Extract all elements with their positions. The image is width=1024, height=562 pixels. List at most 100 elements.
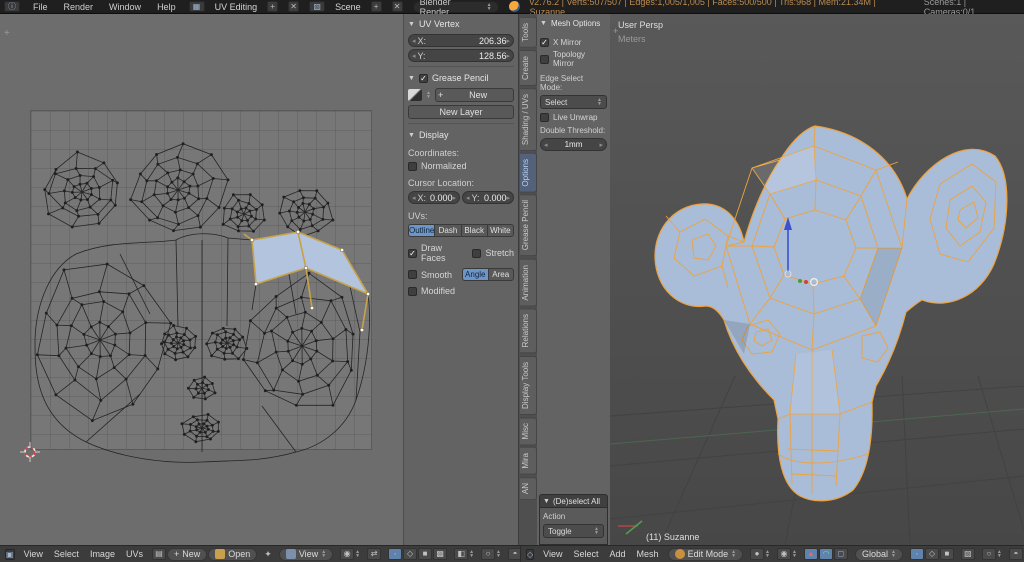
display-channel-dropdown[interactable]: View▲▼ (279, 548, 333, 561)
stretch-area-button[interactable]: Area (488, 268, 514, 281)
uv-menu-view[interactable]: View (22, 549, 45, 559)
snap-magnet-icon[interactable]: ◓ (1009, 548, 1023, 560)
screen-layout-name[interactable]: UV Editing (215, 2, 258, 12)
editor-type-image-icon[interactable]: ▣ (5, 549, 15, 560)
orientation-dropdown[interactable]: Global▲▼ (855, 548, 903, 561)
normalized-checkbox[interactable] (408, 162, 417, 171)
draw-faces-checkbox[interactable] (408, 249, 417, 258)
grease-pencil-new-button[interactable]: + New (435, 88, 514, 102)
panel-collapse-icon[interactable]: ▼ (408, 132, 415, 139)
toolshelf-tab-an[interactable]: AN (520, 477, 537, 500)
toolshelf-tab-options[interactable]: Options (520, 153, 537, 193)
uv-select-face-icon[interactable]: ■ (418, 548, 432, 560)
uv-menu-uvs[interactable]: UVs (124, 549, 145, 559)
toolshelf-tab-grease-pencil[interactable]: Grease Pencil (520, 194, 537, 256)
smooth-checkbox[interactable] (408, 270, 417, 279)
panel-collapse-icon[interactable]: ▼ (408, 75, 415, 82)
sticky-selection-icon[interactable]: ◧ (454, 548, 468, 560)
modified-checkbox[interactable] (408, 287, 417, 296)
menu-help[interactable]: Help (154, 2, 179, 12)
mesh-select-edge-icon[interactable]: ◇ (925, 548, 939, 560)
panel-uv-vertex[interactable]: ▼ UV Vertex (408, 17, 514, 31)
toolshelf-tab-mira[interactable]: Mira (520, 447, 537, 475)
panel-collapse-icon[interactable]: ▼ (543, 498, 550, 505)
action-dropdown[interactable]: Toggle ▲▼ (543, 524, 604, 538)
toolshelf-tab-misc[interactable]: Misc (520, 417, 537, 445)
toolshelf-tab-tools[interactable]: Tools (520, 17, 537, 48)
pivot-dropdown-arrows[interactable]: ▲▼ (355, 550, 360, 558)
grease-pencil-browse-icon[interactable]: ▲▼ (426, 91, 431, 99)
uv-mode-outline-button[interactable]: Outline (408, 224, 434, 237)
scene-name[interactable]: Scene (335, 2, 361, 12)
add-scene-button[interactable]: + (371, 1, 382, 12)
mode-dropdown[interactable]: Edit Mode▲▼ (668, 548, 743, 561)
mesh-select-vertex-icon[interactable]: ∙ (910, 548, 924, 560)
stretch-angle-button[interactable]: Angle (462, 268, 487, 281)
panel-collapse-icon[interactable]: ▼ (408, 21, 415, 28)
toolshelf-tab-relations[interactable]: Relations (520, 308, 537, 353)
screen-layout-icon[interactable]: ▦ (189, 1, 205, 12)
manipulator-rotate-icon[interactable]: ◠ (819, 548, 833, 560)
editor-type-info-icon[interactable]: ⓘ (4, 1, 20, 12)
cursor-y-field[interactable]: ◂Y: 0.000▸ (462, 191, 514, 204)
menu-window[interactable]: Window (106, 2, 144, 12)
manipulator-translate-icon[interactable]: ▲ (804, 548, 818, 560)
uv-mode-black-button[interactable]: Black (461, 224, 487, 237)
panel-collapse-icon[interactable]: ▼ (540, 20, 547, 27)
v3d-menu-mesh[interactable]: Mesh (635, 549, 661, 559)
scene-browse-icon[interactable]: ▧ (309, 1, 325, 12)
edge-select-mode-dropdown[interactable]: Select ▲▼ (540, 95, 607, 109)
live-unwrap-checkbox[interactable] (540, 113, 549, 122)
mesh-select-face-icon[interactable]: ■ (940, 548, 954, 560)
uv-mode-white-button[interactable]: White (487, 224, 514, 237)
uv-menu-select[interactable]: Select (52, 549, 81, 559)
viewport-shading-dropdown[interactable]: ● (750, 548, 764, 560)
v3d-menu-view[interactable]: View (541, 549, 564, 559)
uv-select-edge-icon[interactable]: ◇ (403, 548, 417, 560)
pin-icon[interactable]: ✦ (264, 549, 272, 560)
stretch-checkbox[interactable] (472, 249, 481, 258)
toolshelf-tab-animation[interactable]: Animation (520, 259, 537, 307)
cursor-x-field[interactable]: ◂X: 0.000▸ (408, 191, 460, 204)
grease-pencil-enable-checkbox[interactable] (419, 74, 428, 83)
remove-layout-button[interactable]: ✕ (288, 1, 299, 12)
panel-display[interactable]: ▼ Display (408, 128, 514, 142)
uv-select-vertex-icon[interactable]: ∙ (388, 548, 402, 560)
image-open-button[interactable]: Open (208, 548, 257, 561)
grease-pencil-color-icon[interactable] (408, 89, 422, 101)
remove-scene-button[interactable]: ✕ (392, 1, 403, 12)
viewport-3d[interactable]: User Persp Meters (11) Suzanne + (610, 14, 1024, 545)
menu-render[interactable]: Render (61, 2, 97, 12)
add-layout-button[interactable]: + (267, 1, 278, 12)
toolshelf-tab-shading-uvs[interactable]: Shading / UVs (520, 88, 537, 151)
pivot-point-dropdown[interactable]: ◉ (777, 548, 791, 560)
uv-menu-image[interactable]: Image (88, 549, 117, 559)
proportional-edit-icon[interactable]: ○ (481, 548, 495, 560)
panel-grease-pencil[interactable]: ▼ Grease Pencil (408, 71, 514, 85)
panel-mesh-options[interactable]: ▼ Mesh Options (540, 16, 607, 30)
uv-vertex-y-field[interactable]: ◂Y: 128.56▸ (408, 49, 514, 62)
pivot-point-dropdown[interactable]: ◉ (340, 548, 354, 560)
uv-select-island-icon[interactable]: ▩ (433, 548, 447, 560)
region-expand-plus-icon[interactable]: + (4, 28, 10, 39)
new-layer-button[interactable]: New Layer (408, 105, 514, 119)
uv-vertex-x-field[interactable]: ◂X: 206.36▸ (408, 34, 514, 47)
image-new-button[interactable]: +New (167, 548, 207, 561)
editor-type-3dview-icon[interactable]: ◇ (526, 549, 534, 560)
sync-selection-icon[interactable]: ⇄ (367, 548, 381, 560)
toolshelf-tab-display-tools[interactable]: Display Tools (520, 356, 537, 415)
image-browse-icon[interactable]: ▤ (152, 548, 166, 560)
region-expand-plus-icon[interactable]: + (613, 26, 618, 36)
topology-mirror-checkbox[interactable] (540, 55, 549, 64)
toolshelf-tab-create[interactable]: Create (520, 50, 537, 86)
v3d-menu-add[interactable]: Add (608, 549, 628, 559)
occlude-geometry-icon[interactable]: ▧ (961, 548, 975, 560)
redo-panel-header[interactable]: ▼ (De)select All (539, 494, 608, 508)
suzanne-mesh[interactable] (655, 126, 1007, 501)
uv-mode-dash-button[interactable]: Dash (434, 224, 460, 237)
x-mirror-checkbox[interactable] (540, 38, 549, 47)
proportional-edit-icon[interactable]: ○ (982, 548, 996, 560)
double-threshold-field[interactable]: ◂ 1mm ▸ (540, 138, 607, 151)
manipulator-scale-icon[interactable]: ◻ (834, 548, 848, 560)
v3d-menu-select[interactable]: Select (572, 549, 601, 559)
